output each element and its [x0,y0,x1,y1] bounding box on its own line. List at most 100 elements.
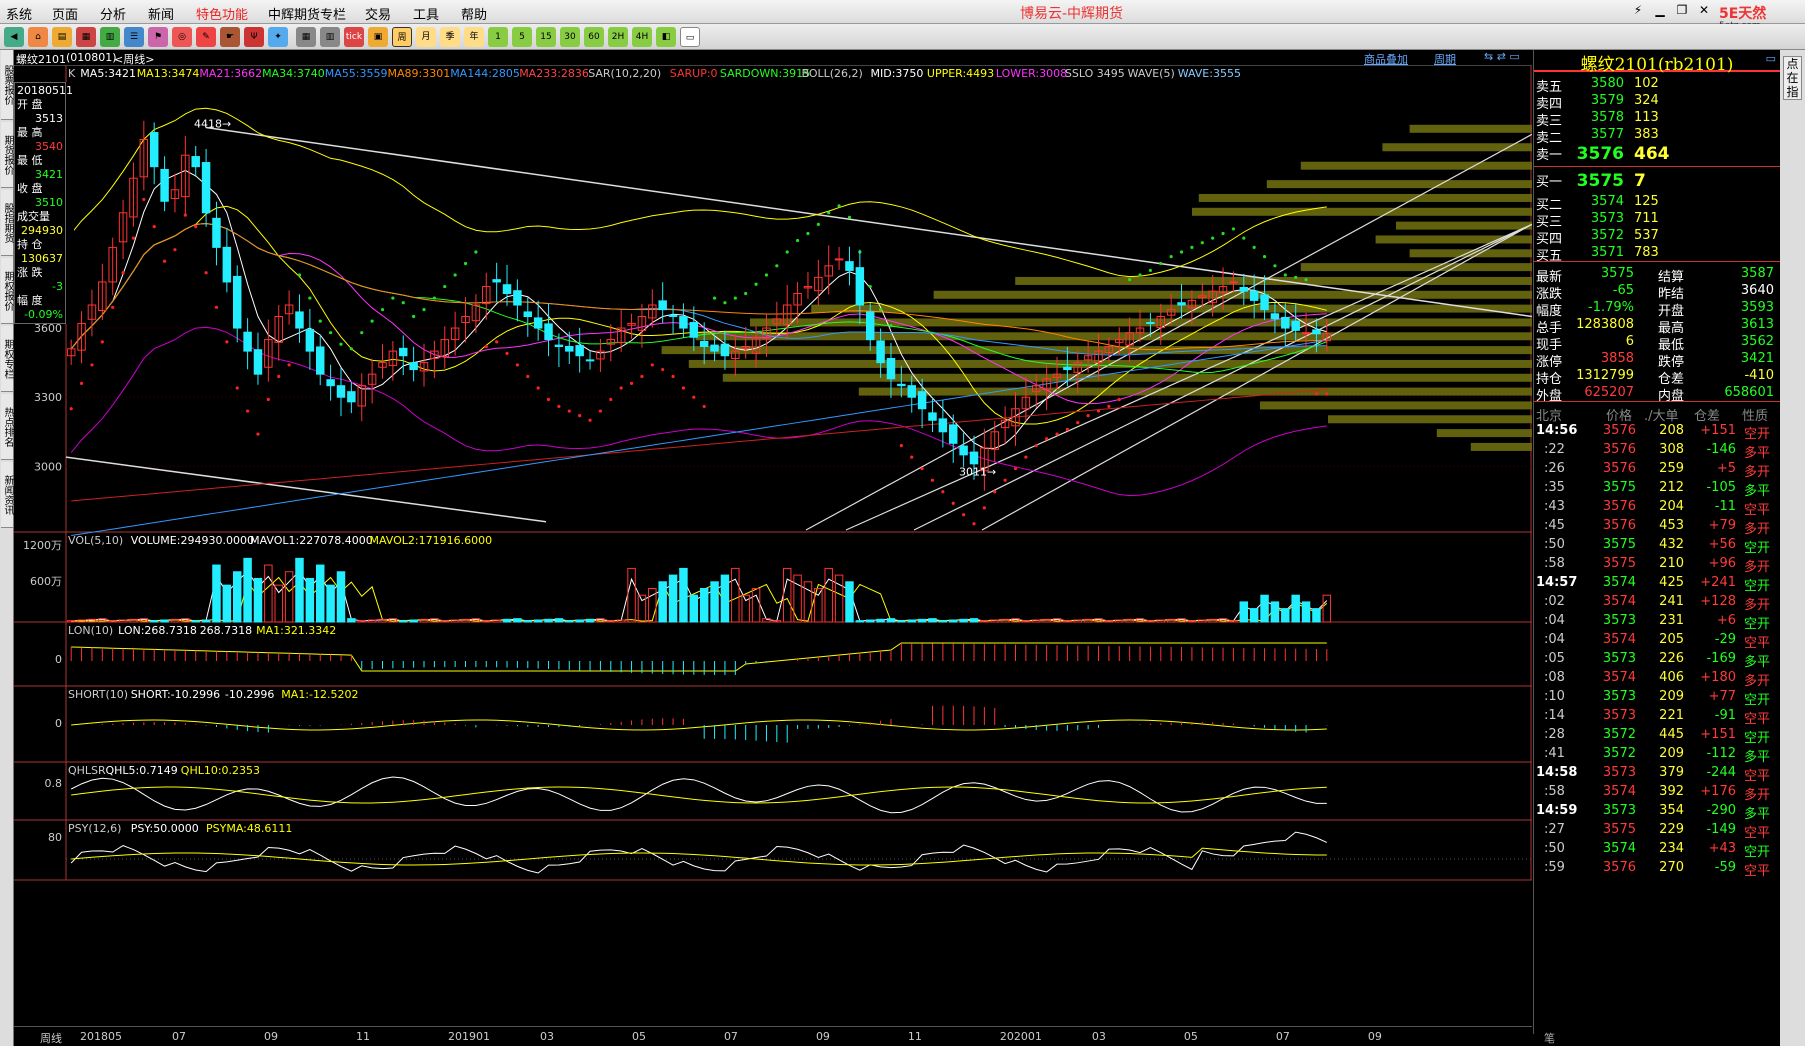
sar-dot [650,363,654,367]
tab-index-futures[interactable]: 股指期货 [1,190,13,256]
flash-icon[interactable]: ⚡ [1627,3,1649,17]
volume-profile-bar [1328,415,1532,424]
volume-bar [170,618,180,623]
buy-price: 3572 [1590,228,1624,243]
x-tick-label: 05 [631,1030,646,1043]
menu-help[interactable]: 帮助 [461,4,487,23]
tick-price: 3574 [1602,841,1636,856]
x-tick-label: 202001 [999,1030,1042,1043]
sar-dot [484,344,488,349]
stat-row: 总手 1283808 最高 3613 [1534,315,1780,336]
pointer-icon[interactable]: ☛ [220,27,240,47]
grid-icon[interactable]: ▦ [296,27,316,47]
restore-icon[interactable]: ❐ [1671,3,1693,17]
volume-bar [316,564,325,623]
sar-dot [671,374,675,379]
candle-body [295,311,304,329]
menu-news[interactable]: 新闻 [148,4,174,23]
tick-price: 3575 [1602,822,1636,837]
settings-icon[interactable]: ▭ [680,27,700,47]
period-day-icon[interactable]: ◧ [656,27,676,47]
volume-bar [212,564,221,623]
tick-chg: +151 [1700,727,1736,742]
menu-page[interactable]: 页面 [52,4,78,23]
right-tab-1[interactable]: 点 [1784,57,1801,71]
indicator-label: MA1:321.3342 [256,624,336,637]
right-tab-3[interactable]: 指 [1784,85,1801,99]
sar-dot [982,506,986,510]
sar-dot [194,225,198,229]
chart-icon[interactable]: ▥ [100,27,120,47]
x-tick-label: 09 [1367,1030,1382,1043]
candle-body [554,344,564,347]
tab-futures-quote[interactable]: 期货报价 [1,122,13,188]
candle-body [243,331,252,352]
report-icon[interactable]: ▦ [76,27,96,47]
buy-row: 买五 3571 783 [1534,243,1780,264]
kline-icon[interactable]: ▥ [320,27,340,47]
tick-time: 14:59 [1536,803,1578,818]
menu-features[interactable]: 特色功能 [196,4,248,23]
volume-profile-bar [1409,124,1532,133]
list-icon[interactable]: ☰ [124,27,144,47]
tab-news[interactable]: 新闻资讯 [1,462,13,528]
period-2h-button[interactable]: 2H [608,27,628,47]
tick-volume: 209 [1659,746,1684,761]
period-quarter-button[interactable]: 季 [440,27,460,47]
sar-dot [422,308,426,312]
volume-bar [710,581,719,623]
sar-dot [692,395,696,399]
info-oi-label: 持 仓 [17,238,43,251]
period-60-button[interactable]: 60 [584,27,604,47]
sar-dot [764,273,769,277]
tick-time: 14:58 [1536,765,1578,780]
info-high: 3540 [35,140,63,153]
volume-profile-bar [1409,249,1532,258]
tab-stock-quote[interactable]: 股票报价 [1,50,13,120]
tick-time: :02 [1544,594,1565,609]
kline-chart[interactable]: K MA5:3421 MA13:3474 MA21:3662 MA34:3740 MA55… [14,50,1532,1034]
target-icon[interactable]: ◎ [172,27,192,47]
period-week-button[interactable]: 周 [392,27,412,47]
chart-area[interactable]: 螺纹2101 (010801) <周线> 商品叠加 周期 ⇆ ⇄ ▭ 20180… [14,50,1532,1034]
quote-settings-icon[interactable]: ▭ [1766,52,1776,65]
period-month-button[interactable]: 月 [416,27,436,47]
back-icon[interactable]: ◀ [4,27,24,47]
right-tab-2[interactable]: 在 [1784,71,1801,85]
indicator-label: WAVE(5) [1128,67,1175,80]
volume-bar [336,571,346,623]
sar-dot [111,305,115,309]
menu-zhonghui-column[interactable]: 中辉期货专栏 [268,4,346,23]
menu-trade[interactable]: 交易 [365,4,391,23]
tab-hot-ranking[interactable]: 热点排名 [1,394,13,460]
minute-icon[interactable]: ▣ [368,27,388,47]
tick-button[interactable]: tick [344,27,364,47]
period-15-button[interactable]: 15 [536,27,556,47]
tick-row: 14:58 3573 379 -244 空平 [1534,763,1780,784]
period-1-button[interactable]: 1 [488,27,508,47]
candle-body [949,424,958,444]
minimize-icon[interactable]: ▁ [1649,3,1671,17]
volume-bar [191,620,200,623]
menu-tools[interactable]: 工具 [413,4,439,23]
tick-chg: +128 [1700,594,1736,609]
home-icon[interactable]: ⌂ [28,27,48,47]
tick-row: :45 3576 453 +79 多开 [1534,516,1780,537]
tab-options-column[interactable]: 期权专栏 [1,326,13,392]
close-icon[interactable]: ✕ [1693,3,1715,17]
menu-system[interactable]: 系统 [6,4,32,23]
sar-dot [712,296,717,300]
cup-icon[interactable]: Ψ [244,27,264,47]
pen-icon[interactable]: ✎ [196,27,216,47]
tick-chg: -105 [1706,480,1736,495]
volume-bar [731,567,740,623]
new-icon[interactable]: ✦ [268,27,288,47]
flag-icon[interactable]: ⚑ [148,27,168,47]
period-year-button[interactable]: 年 [464,27,484,47]
menu-analysis[interactable]: 分析 [100,4,126,23]
period-4h-button[interactable]: 4H [632,27,652,47]
tab-options-quote[interactable]: 期权报价 [1,258,13,324]
period-30-button[interactable]: 30 [560,27,580,47]
folder-icon[interactable]: ▤ [52,27,72,47]
period-5-button[interactable]: 5 [512,27,532,47]
